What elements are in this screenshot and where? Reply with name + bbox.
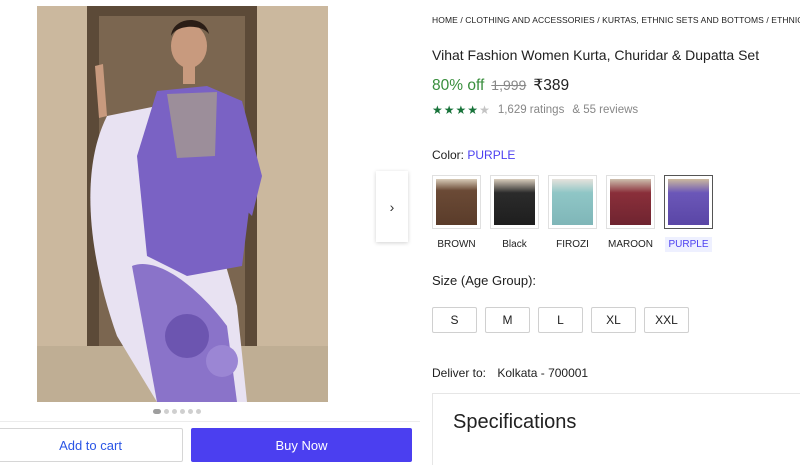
star-icon: ★ [467, 103, 479, 117]
carousel-dot[interactable] [153, 409, 161, 414]
chevron-right-icon: › [389, 198, 395, 215]
specifications-section: Specifications [432, 393, 800, 465]
swatch-thumbnail [432, 175, 481, 229]
add-to-cart-button[interactable]: Add to cart [0, 428, 183, 462]
carousel-dot[interactable] [164, 409, 169, 414]
selected-color: PURPLE [467, 148, 516, 162]
swatch-thumbnail [606, 175, 655, 229]
size-options: S M L XL XXL [432, 307, 689, 333]
product-main-image[interactable] [37, 6, 328, 402]
swatch-thumbnail [548, 175, 597, 229]
ratings-count[interactable]: 1,629 ratings [498, 104, 565, 116]
breadcrumb[interactable]: HOME / CLOTHING AND ACCESSORIES / KURTAS… [432, 15, 800, 25]
carousel-dot[interactable] [188, 409, 193, 414]
star-icon: ★ [443, 103, 455, 117]
color-option-maroon[interactable]: MAROON [606, 175, 655, 252]
star-icon: ★ [432, 103, 443, 117]
size-option-s[interactable]: S [432, 307, 477, 333]
carousel-dots [153, 409, 201, 414]
size-label: Size (Age Group): [432, 273, 537, 288]
reviews-count[interactable]: & 55 reviews [572, 104, 638, 116]
color-option-label: FIROZI [556, 239, 589, 250]
color-swatches: BROWN Black FIROZI MAROON PURPLE [432, 175, 713, 252]
color-label-row: Color: PURPLE [432, 148, 515, 162]
rating-row: ★ ★ ★ ★ ★ 1,629 ratings & 55 reviews [432, 103, 638, 117]
star-icon: ★ [479, 103, 490, 117]
delivery-row[interactable]: Deliver to: Kolkata - 700001 [432, 366, 588, 380]
color-option-purple[interactable]: PURPLE [664, 175, 713, 252]
deliver-to-label: Deliver to: [432, 366, 487, 380]
color-option-label: PURPLE [665, 237, 712, 252]
buy-now-button[interactable]: Buy Now [191, 428, 412, 462]
divider [0, 421, 420, 422]
next-image-button[interactable]: › [376, 171, 408, 242]
color-option-brown[interactable]: BROWN [432, 175, 481, 252]
price-row: 80% off 1,999 ₹389 [432, 76, 569, 95]
specifications-title: Specifications [453, 411, 577, 433]
size-option-xl[interactable]: XL [591, 307, 636, 333]
swatch-thumbnail [664, 175, 713, 229]
color-option-label: MAROON [608, 239, 653, 250]
product-gallery: › Add to cart Buy Now [0, 0, 420, 465]
star-rating: ★ ★ ★ ★ ★ [432, 103, 490, 117]
discount-badge: 80% off [432, 77, 485, 94]
delivery-location[interactable]: Kolkata - 700001 [497, 366, 588, 380]
color-option-firozi[interactable]: FIROZI [548, 175, 597, 252]
original-price: 1,999 [491, 77, 527, 93]
product-details: HOME / CLOTHING AND ACCESSORIES / KURTAS… [432, 0, 800, 465]
size-option-xxl[interactable]: XXL [644, 307, 689, 333]
carousel-dot[interactable] [180, 409, 185, 414]
product-title: Vihat Fashion Women Kurta, Churidar & Du… [432, 47, 760, 63]
size-option-l[interactable]: L [538, 307, 583, 333]
color-option-label: Black [502, 239, 527, 250]
color-label: Color: [432, 148, 465, 162]
swatch-thumbnail [490, 175, 539, 229]
color-option-label: BROWN [437, 239, 476, 250]
carousel-dot[interactable] [196, 409, 201, 414]
star-icon: ★ [455, 103, 467, 117]
selling-price: ₹389 [533, 77, 570, 94]
size-option-m[interactable]: M [485, 307, 530, 333]
carousel-dot[interactable] [172, 409, 177, 414]
color-option-black[interactable]: Black [490, 175, 539, 252]
